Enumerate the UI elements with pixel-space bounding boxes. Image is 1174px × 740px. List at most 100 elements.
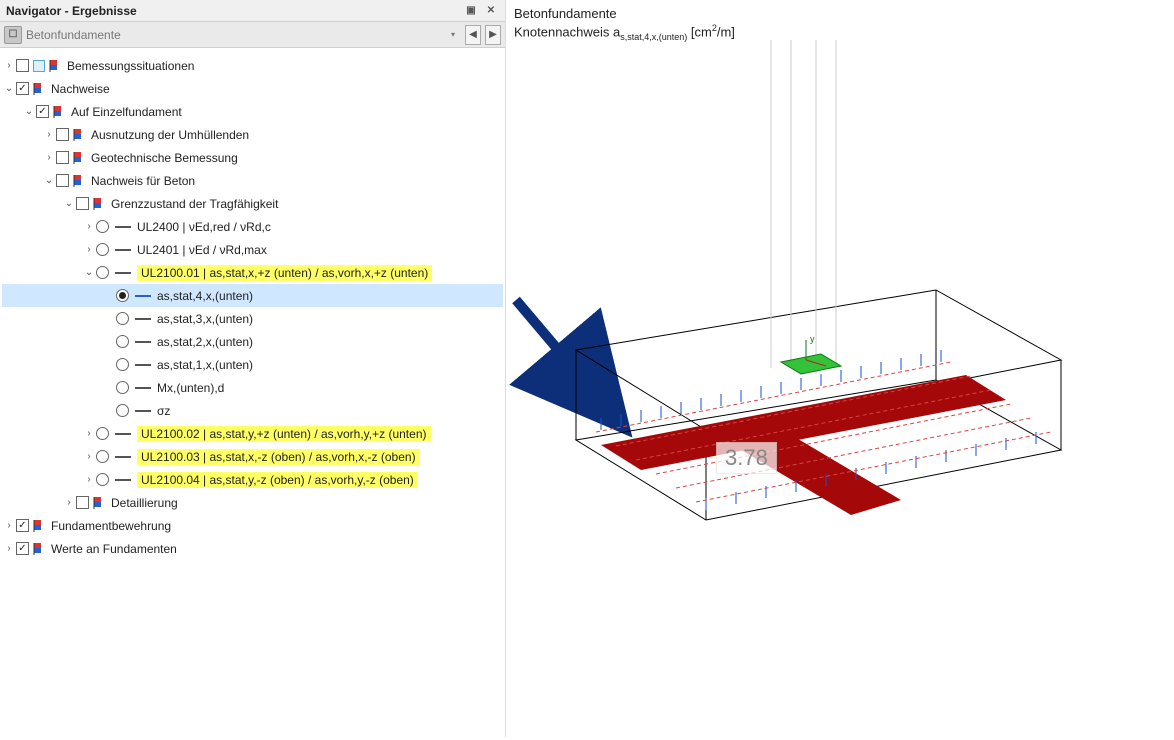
viewport-sub-text: Knotennachweis a [514,24,620,39]
radio[interactable] [116,358,129,371]
tree-label: Mx,(unten),d [157,381,224,395]
expand-arrow-icon: › [102,313,116,324]
tree-item-as-stat-2[interactable]: › as,stat,2,x,(unten) [2,330,503,353]
expand-arrow-icon[interactable]: › [82,451,96,462]
tree-item-sigmaz[interactable]: › σz [2,399,503,422]
tree-label: as,stat,4,x,(unten) [157,289,253,303]
expand-arrow-icon[interactable]: › [82,221,96,232]
tree-item-as-stat-3[interactable]: › as,stat,3,x,(unten) [2,307,503,330]
tree-label: Nachweise [51,82,110,96]
tree-label: UL2100.04 | as,stat,y,-z (oben) / as,vor… [137,472,418,488]
checkbox[interactable] [16,59,29,72]
line-icon [115,226,131,228]
tree-label: Auf Einzelfundament [71,105,182,119]
tree-item-ausnutzung[interactable]: › Ausnutzung der Umhüllenden [2,123,503,146]
checkbox[interactable] [56,128,69,141]
tree-label: UL2100.02 | as,stat,y,+z (unten) / as,vo… [137,426,431,442]
tree-item-as-stat-1[interactable]: › as,stat,1,x,(unten) [2,353,503,376]
module-icon: ☐ [4,26,22,44]
expand-arrow-icon[interactable]: › [2,520,16,531]
model-svg: y [506,40,1174,737]
checkbox[interactable] [36,105,49,118]
tree-item-ul2100-01[interactable]: ⌄ UL2100.01 | as,stat,x,+z (unten) / as,… [2,261,503,284]
tree-label: UL2100.03 | as,stat,x,-z (oben) / as,vor… [137,449,420,465]
radio[interactable] [96,266,109,279]
toolbar-next-button[interactable]: ▶ [485,25,501,45]
line-icon [115,479,131,481]
tree-label: as,stat,3,x,(unten) [157,312,253,326]
expand-arrow-icon[interactable]: ⌄ [82,267,96,278]
tree-label: UL2401 | νEd / νRd,max [137,243,267,257]
tree-label: Fundamentbewehrung [51,519,171,533]
checkbox[interactable] [76,197,89,210]
tree-item-grenzzustand[interactable]: ⌄ Grenzzustand der Tragfähigkeit [2,192,503,215]
tree-item-geotech[interactable]: › Geotechnische Bemessung [2,146,503,169]
navigator-title-bar: Navigator - Ergebnisse ▣ ✕ [0,0,505,22]
expand-arrow-icon[interactable]: › [2,543,16,554]
tree-item-ul2100-02[interactable]: › UL2100.02 | as,stat,y,+z (unten) / as,… [2,422,503,445]
tree-item-beton[interactable]: ⌄ Nachweis für Beton [2,169,503,192]
expand-arrow-icon[interactable]: ⌄ [62,198,76,209]
radio[interactable] [96,243,109,256]
tree-label: Ausnutzung der Umhüllenden [91,128,249,142]
tree-item-ul2100-04[interactable]: › UL2100.04 | as,stat,y,-z (oben) / as,v… [2,468,503,491]
checkbox[interactable] [16,519,29,532]
navigator-panel: Navigator - Ergebnisse ▣ ✕ ☐ Betonfundam… [0,0,506,737]
svg-text:y: y [810,334,815,344]
radio[interactable] [96,427,109,440]
expand-arrow-icon[interactable]: ⌄ [22,106,36,117]
checkbox[interactable] [56,151,69,164]
model-scene[interactable]: y 3.78 [506,40,1174,737]
tree-item-nachweise[interactable]: ⌄ Nachweise [2,77,503,100]
expand-arrow-icon[interactable]: › [82,428,96,439]
tree-item-bemessungssituationen[interactable]: › Bemessungssituationen [2,54,503,77]
expand-arrow-icon[interactable]: ⌄ [2,83,16,94]
line-icon [135,410,151,412]
tree-item-werte[interactable]: › Werte an Fundamenten [2,537,503,560]
radio[interactable] [116,381,129,394]
viewport[interactable]: Betonfundamente Knotennachweis as,stat,4… [506,0,1174,737]
flag-icon [73,128,87,142]
radio[interactable] [116,404,129,417]
flag-icon [53,105,67,119]
expand-arrow-icon[interactable]: ⌄ [42,175,56,186]
radio[interactable] [96,473,109,486]
close-icon[interactable]: ✕ [483,3,499,19]
radio[interactable] [96,220,109,233]
radio[interactable] [116,289,129,302]
tree-label: Bemessungssituationen [67,59,194,73]
checkbox[interactable] [16,82,29,95]
flag-icon [73,174,87,188]
tree-item-mx[interactable]: › Mx,(unten),d [2,376,503,399]
tree-item-as-stat-4[interactable]: › as,stat,4,x,(unten) [2,284,503,307]
tree-item-auf-einzelfundament[interactable]: ⌄ Auf Einzelfundament [2,100,503,123]
expand-arrow-icon: › [102,405,116,416]
toolbar-module-text: Betonfundamente [26,28,441,42]
toolbar-prev-button[interactable]: ◀ [465,25,481,45]
toolbar-dropdown-icon[interactable]: ▾ [445,25,461,45]
expand-arrow-icon[interactable]: › [2,60,16,71]
checkbox[interactable] [16,542,29,555]
flag-icon [93,496,107,510]
line-icon [135,387,151,389]
expand-arrow-icon[interactable]: › [62,497,76,508]
expand-arrow-icon[interactable]: › [82,244,96,255]
expand-arrow-icon[interactable]: › [82,474,96,485]
dock-icon[interactable]: ▣ [463,3,479,19]
viewport-title: Betonfundamente [514,6,1166,21]
radio[interactable] [116,312,129,325]
radio[interactable] [96,450,109,463]
tree-item-ul2401[interactable]: › UL2401 | νEd / νRd,max [2,238,503,261]
tree-item-ul2100-03[interactable]: › UL2100.03 | as,stat,x,-z (oben) / as,v… [2,445,503,468]
tree-item-ul2400[interactable]: › UL2400 | νEd,red / νRd,c [2,215,503,238]
tree-item-fundamentbewehrung[interactable]: › Fundamentbewehrung [2,514,503,537]
checkbox[interactable] [56,174,69,187]
tree-item-detaillierung[interactable]: › Detaillierung [2,491,503,514]
checkbox[interactable] [76,496,89,509]
expand-arrow-icon[interactable]: › [42,152,56,163]
flag-icon [33,542,47,556]
results-tree[interactable]: › Bemessungssituationen ⌄ Nachweise ⌄ Au… [0,48,505,737]
expand-arrow-icon: › [102,382,116,393]
radio[interactable] [116,335,129,348]
expand-arrow-icon[interactable]: › [42,129,56,140]
